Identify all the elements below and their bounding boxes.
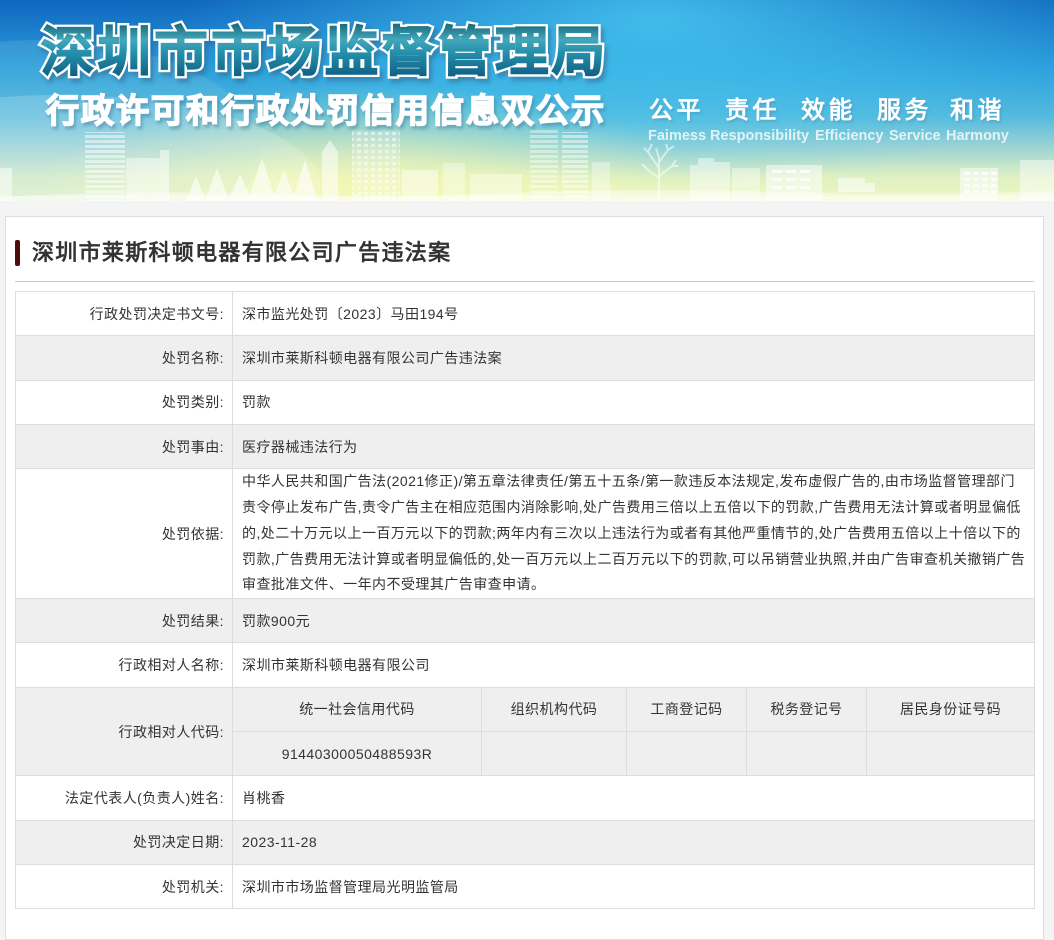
svg-text:公平责任效能服务和谐: 公平 责任 效能 服务 和谐 (649, 96, 1005, 124)
svg-text:FaimessResponsibilityEfficienc: Faimess Responsibility Efficiency Service Ha… (648, 128, 1009, 144)
